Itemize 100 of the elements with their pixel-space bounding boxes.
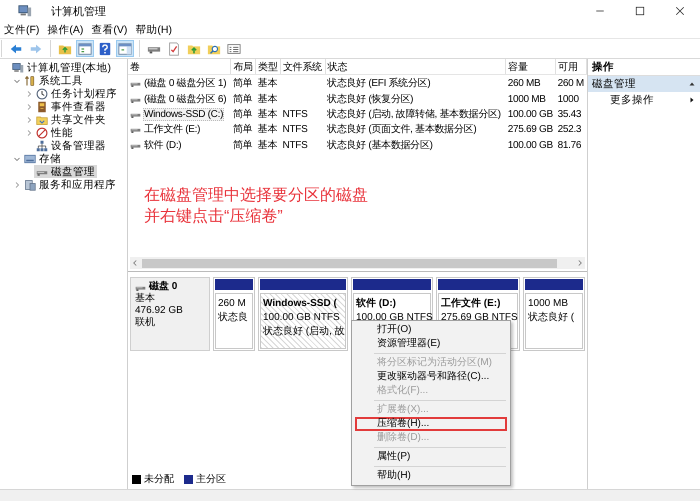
list-view-icon [227, 42, 241, 56]
tree-item[interactable]: 设备管理器 [34, 139, 108, 152]
table-cell-text: 81.76 [556, 138, 582, 152]
column-header[interactable]: 布局 [230, 59, 256, 74]
scrollbar-thumb[interactable] [142, 258, 557, 268]
table-cell-text: 状态良好 (页面文件, 基本数据分区) [326, 122, 478, 137]
partition-name: 软件 (D:) [356, 297, 396, 311]
column-header[interactable]: 可用 [556, 59, 586, 74]
menu-item[interactable]: 压缩卷(H)... [355, 417, 507, 431]
tree-item[interactable]: 磁盘管理 [34, 165, 97, 178]
disk-name: 磁盘 0 [149, 281, 178, 292]
expand-chevron-icon[interactable] [25, 90, 33, 98]
console-tree-button[interactable] [76, 40, 94, 57]
table-cell: 状态良好 (EFI 系统分区) [325, 74, 506, 91]
table-cell: 简单 [230, 74, 256, 91]
annotation-text: 在磁盘管理中选择要分区的磁盘 [144, 186, 368, 206]
table-cell-text: 1000 MB [506, 92, 547, 106]
partition[interactable]: 260 M 状态良 [213, 277, 255, 351]
table-cell-text: 基本 [256, 122, 278, 137]
table-cell-text: 100.00 GB [506, 138, 554, 152]
collapse-chevron-icon[interactable] [13, 154, 21, 162]
actions-section[interactable]: 磁盘管理 [588, 76, 700, 92]
help-icon [98, 42, 112, 56]
action-link[interactable]: 更多操作 [588, 92, 700, 108]
menu-item[interactable]: 属性(P) [355, 450, 507, 464]
collapse-triangle-icon[interactable] [688, 80, 696, 88]
column-header[interactable]: 文件系统 [280, 59, 326, 74]
volume-name[interactable]: (磁盘 0 磁盘分区 1) [143, 75, 228, 91]
tree-item[interactable]: 系统工具 [22, 74, 85, 87]
table-cell-text: 简单 [232, 122, 254, 137]
device-tree-icon [36, 140, 48, 152]
tree-item[interactable]: 性能 [34, 126, 75, 139]
computer-icon [18, 4, 32, 18]
volume-name[interactable]: Windows-SSD (C:) [143, 108, 224, 120]
window-title: 计算机管理 [51, 4, 106, 18]
column-header[interactable]: 状态 [325, 59, 506, 74]
notebook-icon [36, 100, 48, 112]
expand-chevron-icon[interactable] [25, 128, 33, 136]
partition-status: 状态良 [218, 311, 248, 325]
partition-size: 1000 MB [528, 297, 568, 311]
volume-name[interactable]: 工作文件 (E:) [143, 121, 202, 137]
submenu-arrow-icon [688, 96, 696, 104]
disk-size: 476.92 GB [135, 305, 184, 316]
tree-item[interactable]: 计算机管理(本地) [10, 61, 113, 74]
action-pane-icon [118, 42, 132, 56]
column-header[interactable]: 卷 [128, 59, 231, 74]
maximize-icon[interactable] [634, 5, 646, 17]
disk-status: 联机 [135, 317, 156, 329]
menu-item[interactable]: 文件(F) [2, 23, 46, 37]
collapse-chevron-icon[interactable] [13, 76, 21, 84]
menu-item[interactable]: 操作(A) [45, 23, 90, 37]
volume-name[interactable]: (磁盘 0 磁盘分区 6) [143, 91, 228, 107]
volume-name[interactable]: 软件 (D:) [143, 137, 182, 153]
tree-item[interactable]: 服务和应用程序 [22, 178, 118, 191]
partition[interactable]: 1000 MB 状态良好 ( [523, 277, 585, 351]
action-pane-button[interactable] [116, 40, 134, 57]
partition-size: 260 M [218, 297, 246, 311]
table-cell-text: 状态良好 (启动, 故障转储, 基本数据分区) [326, 108, 502, 121]
partition-status: 状态良好 (启动, 故 [263, 325, 345, 339]
table-cell: 基本 [256, 74, 281, 91]
table-cell-text: 100.00 GB [506, 108, 554, 121]
column-header[interactable]: 类型 [256, 59, 281, 74]
clock-icon [36, 88, 48, 100]
partition-size: 100.00 GB NTFS [263, 311, 340, 325]
tree-item[interactable]: 任务计划程序 [34, 87, 119, 100]
tree-item[interactable]: 共享文件夹 [34, 113, 108, 126]
table-cell-text: NTFS [282, 122, 308, 136]
tree-item[interactable]: 事件查看器 [34, 100, 108, 113]
computer-icon [12, 62, 24, 74]
menu-item[interactable]: 更改驱动器号和路径(C)... [355, 370, 507, 384]
table-cell-text: 状态良好 (恢复分区) [326, 92, 414, 107]
table-cell-text: 简单 [232, 138, 254, 153]
menu-item[interactable]: 查看(V) [89, 23, 134, 37]
table-cell-text: 基本 [256, 92, 278, 107]
partition-size: 275.69 GB NTFS [441, 311, 518, 325]
close-icon[interactable] [674, 5, 686, 17]
annotation-text: 并右键点击“压缩卷” [144, 206, 283, 227]
table-cell-text: 275.69 GB [506, 122, 554, 136]
partition-status: 状态良好 ( [528, 311, 574, 325]
table-cell-text: 1000 [556, 92, 580, 106]
menu-item[interactable]: 帮助(H) [133, 23, 178, 37]
services-icon [24, 178, 36, 190]
report-icon [167, 42, 181, 56]
tree-item[interactable]: 存储 [22, 152, 63, 165]
menu-item[interactable]: 帮助(H) [355, 469, 507, 483]
storage-icon [24, 152, 36, 164]
expand-chevron-icon[interactable] [13, 180, 21, 188]
table-cell-text: 252.3 [556, 122, 582, 136]
table-cell: 260 MB [506, 74, 556, 91]
gauge-icon [36, 126, 48, 138]
expand-chevron-icon[interactable] [25, 102, 33, 110]
partition[interactable]: Windows-SSD ( 100.00 GB NTFS 状态良好 (启动, 故 [258, 277, 348, 351]
console-tree-icon [78, 42, 92, 56]
table-cell-text: 状态良好 (基本数据分区) [326, 138, 434, 153]
action-label: 更多操作 [610, 93, 654, 107]
expand-chevron-icon[interactable] [25, 116, 33, 124]
legend-label: 主分区 [196, 472, 226, 486]
table-cell-text: 简单 [232, 92, 254, 107]
partition-name: 工作文件 (E:) [441, 297, 500, 311]
column-header[interactable]: 容量 [506, 59, 556, 74]
